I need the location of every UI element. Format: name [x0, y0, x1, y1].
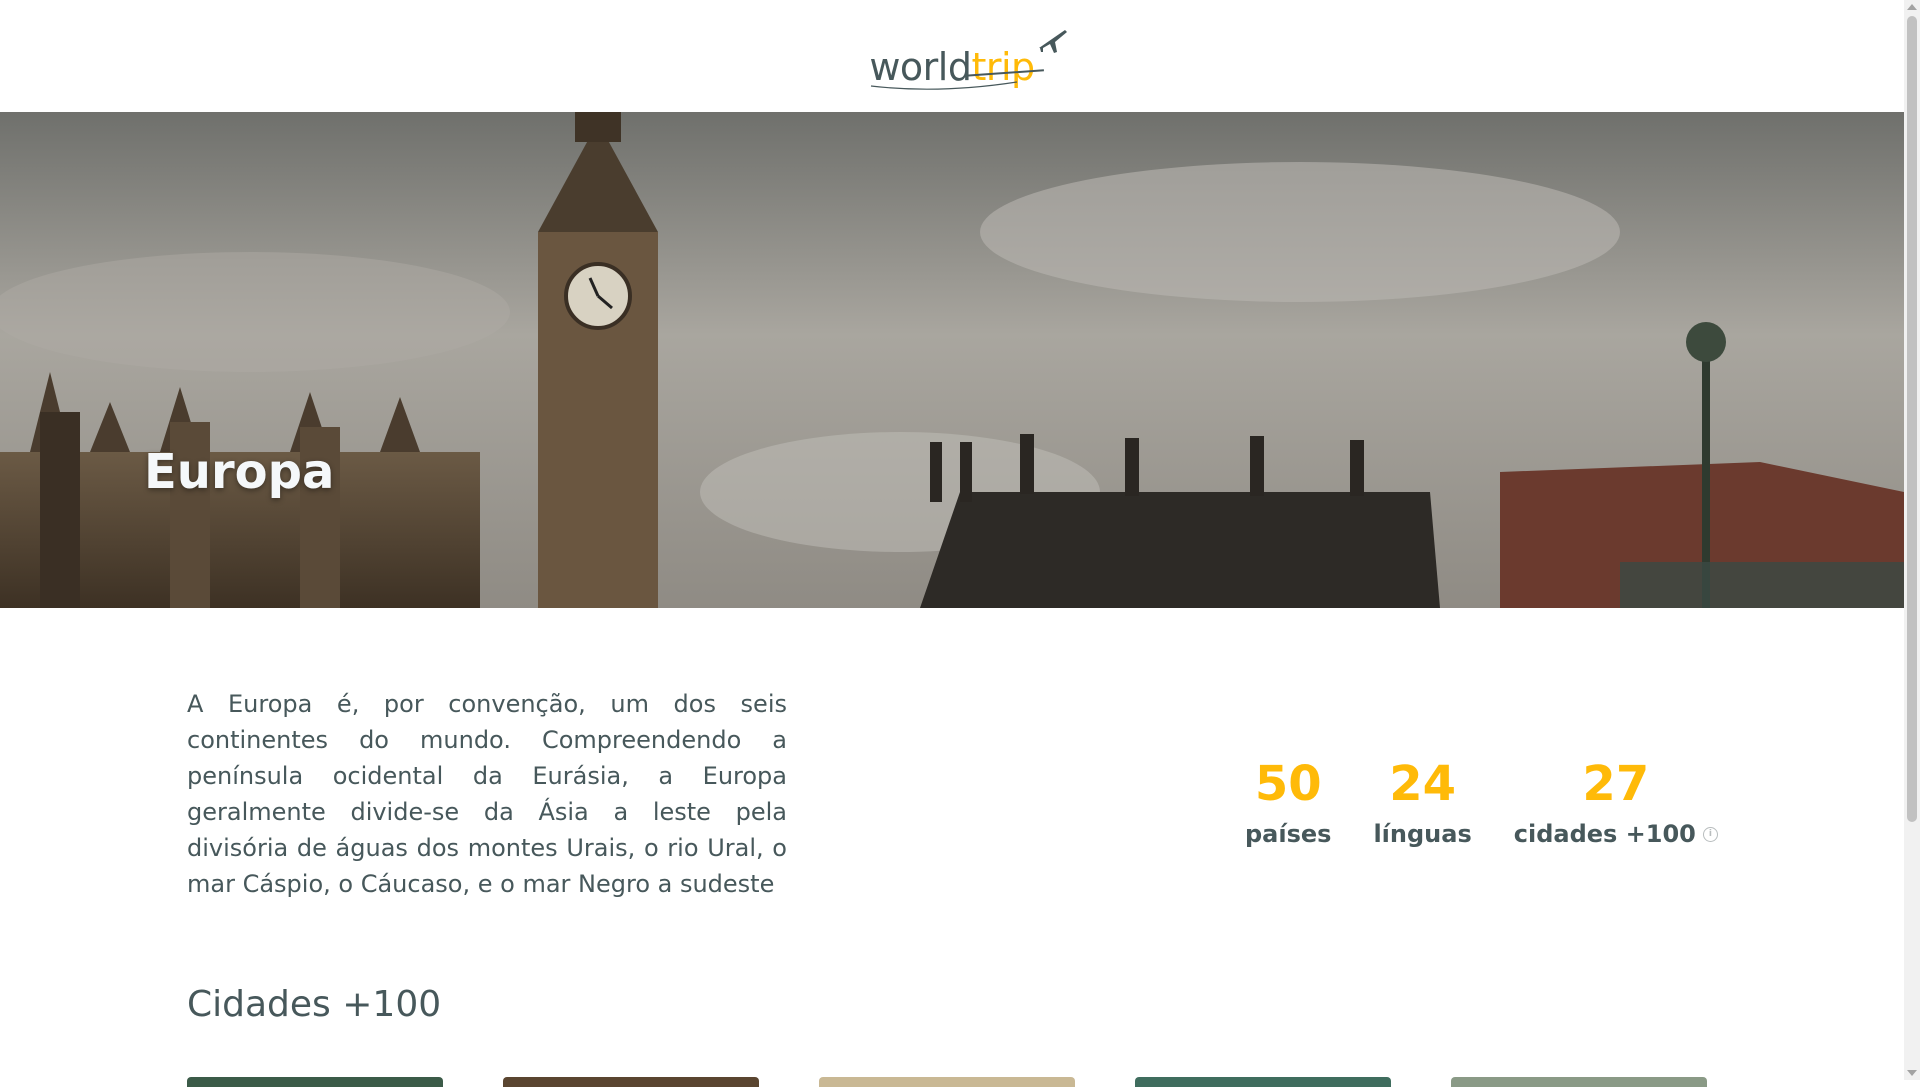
airplane-icon [1038, 30, 1067, 53]
stat-countries: 50 países [1245, 754, 1331, 854]
stat-value: 24 [1389, 756, 1456, 812]
city-card[interactable] [819, 1077, 1075, 1087]
page-scrollbar[interactable] [1904, 0, 1920, 1080]
city-cards-list [187, 1077, 1707, 1087]
continent-stats: 50 países 24 línguas 27 cidades +100 i [1245, 754, 1718, 854]
continent-description: A Europa é, por convenção, um dos seis c… [187, 690, 787, 898]
stat-label: línguas [1373, 820, 1472, 848]
stat-languages: 24 línguas [1373, 754, 1471, 854]
hero-background-image [0, 112, 1904, 608]
city-card[interactable] [187, 1077, 443, 1087]
city-card[interactable] [1135, 1077, 1391, 1087]
stat-cities: 27 cidades +100 i [1514, 754, 1718, 854]
city-card[interactable] [503, 1077, 759, 1087]
scroll-thumb[interactable] [1907, 16, 1917, 822]
logo-swoosh [871, 81, 1018, 90]
continent-title: Europa [144, 444, 335, 500]
worldtrip-logo[interactable]: world trip [869, 26, 1067, 90]
stat-label: cidades +100 [1513, 820, 1696, 848]
scroll-up-arrow-icon[interactable] [1907, 4, 1917, 10]
info-icon[interactable]: i [1702, 826, 1718, 842]
site-header: world trip [0, 0, 1904, 112]
stat-value: 27 [1582, 756, 1650, 812]
hero-banner: Europa [0, 112, 1904, 608]
cities-section-title: Cidades +100 [187, 984, 442, 1025]
stat-label: países [1245, 820, 1332, 848]
scroll-down-arrow-icon[interactable] [1907, 1070, 1917, 1076]
stat-value: 50 [1254, 756, 1322, 812]
stat-label-wrap: cidades +100 i [1514, 814, 1718, 854]
city-card[interactable] [1451, 1077, 1707, 1087]
